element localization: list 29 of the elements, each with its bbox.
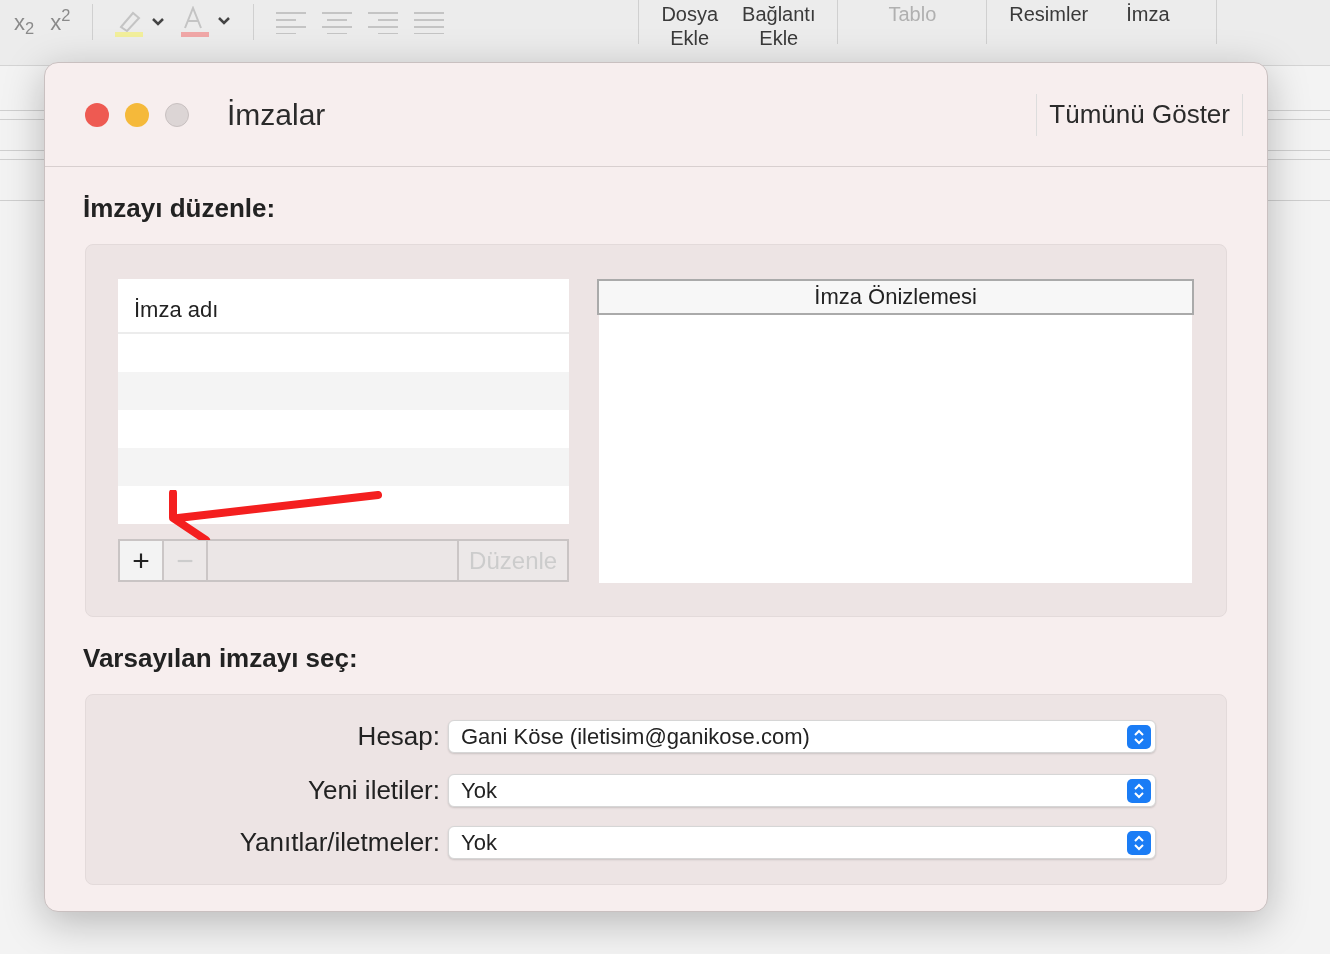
align-center-icon[interactable] [322,10,353,34]
select-field[interactable]: Yok [448,774,1156,807]
close-button[interactable] [85,102,109,127]
stepper-icon [1127,830,1151,855]
minimize-button[interactable] [125,102,149,127]
toolbar-button[interactable]: İmza [1118,0,1178,28]
font-color-icon[interactable] [181,6,232,38]
justify-icon[interactable] [414,10,445,34]
show-all-button[interactable]: Tümünü Göster [1036,93,1243,136]
toolbar-button[interactable]: Dosya Ekle [653,0,727,52]
field-label: Hesap: [356,720,441,753]
window-title: İmzalar [227,97,326,133]
add-button[interactable]: + [120,541,164,580]
stepper-icon [1127,778,1151,803]
toolbar-button[interactable]: Bağlantı Ekle [734,0,824,52]
field-label: Yanıtlar/iletmeler: [238,826,441,859]
align-right-icon[interactable] [368,10,399,34]
toolbar-button[interactable]: Resimler [1001,0,1097,28]
select-field[interactable]: Gani Köse (iletisim@ganikose.com) [448,720,1156,753]
section-heading: İmzayı düzenle: [83,192,277,225]
stepper-icon [1127,724,1151,749]
section-heading: Varsayılan imzayı seç: [83,642,359,675]
field-label: Yeni iletiler: [307,774,441,807]
select-field[interactable]: Yok [448,826,1156,859]
column-header: İmza adı [118,279,570,334]
signature-list[interactable]: İmza adı [118,279,570,524]
preview-header: İmza Önizlemesi [597,279,1194,315]
align-left-icon[interactable] [276,10,307,34]
zoom-button[interactable] [165,102,189,127]
